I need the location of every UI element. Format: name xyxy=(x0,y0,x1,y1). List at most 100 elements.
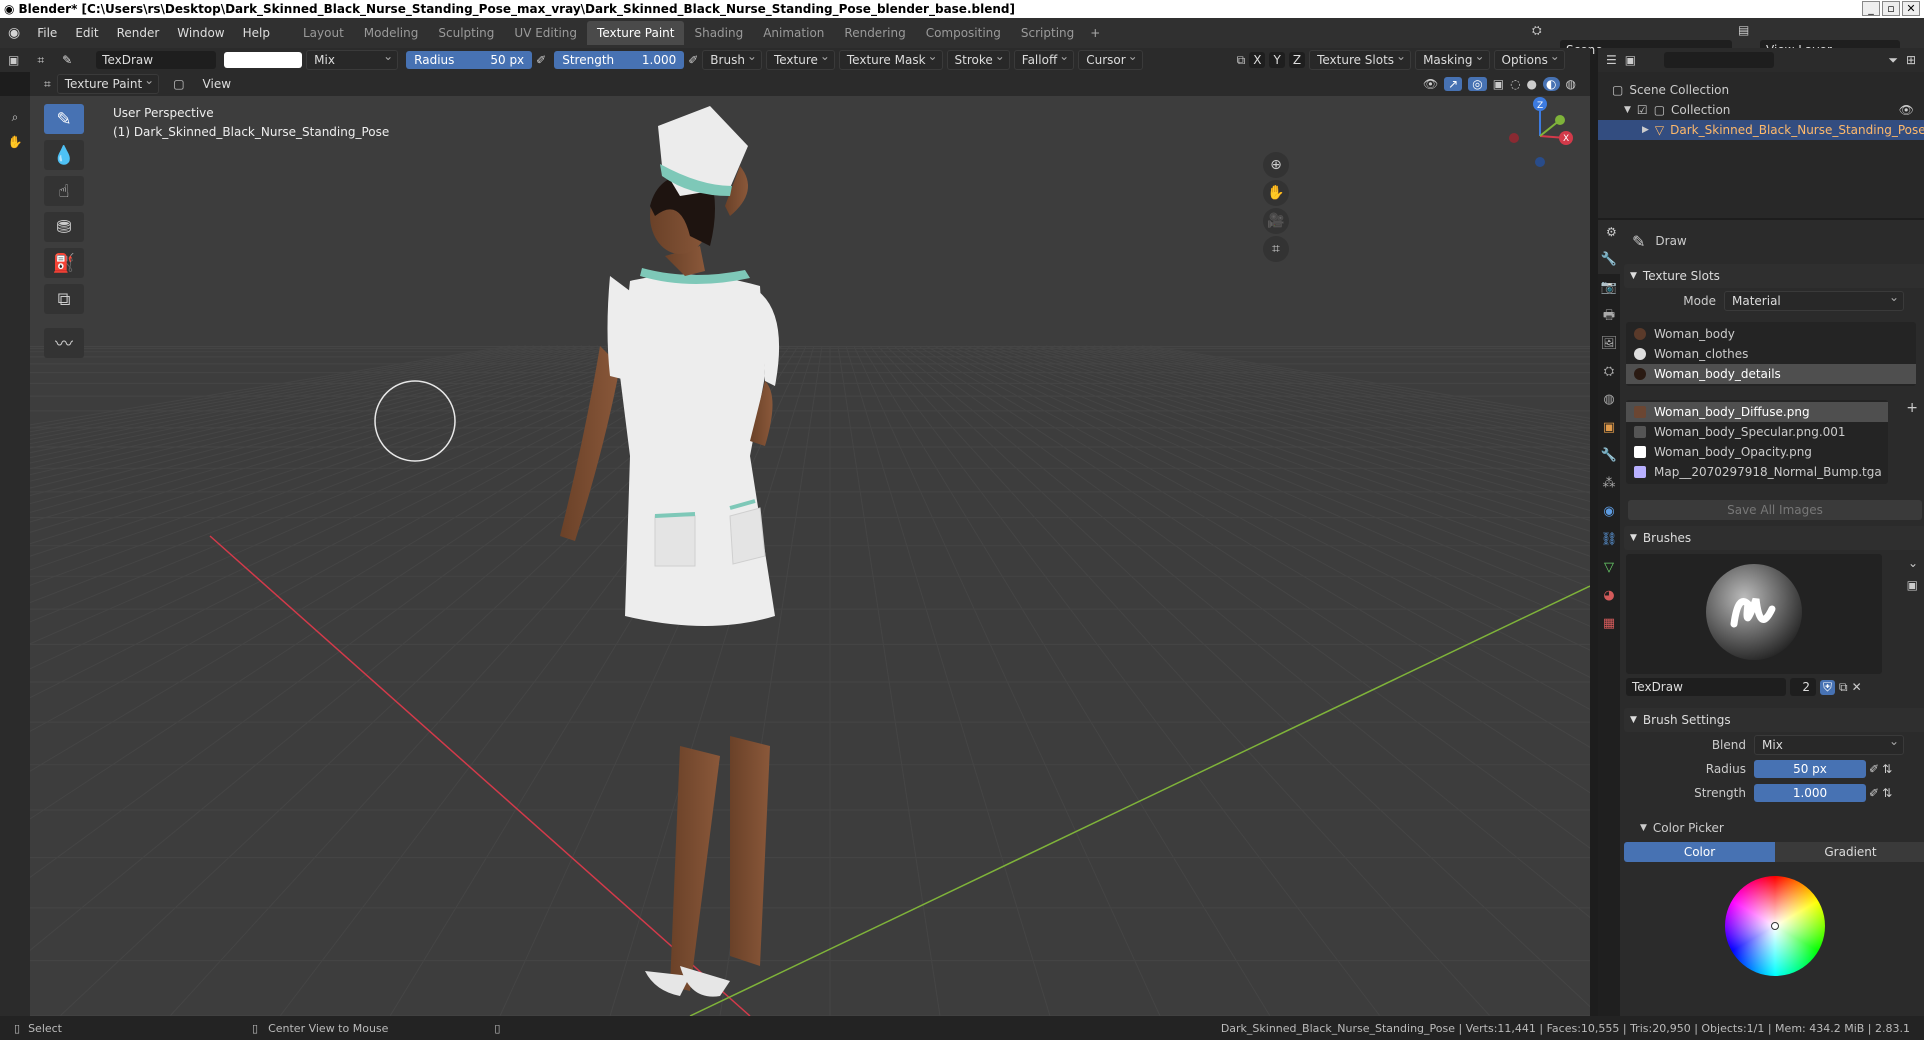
color-swatch[interactable] xyxy=(224,52,303,68)
visibility-icon[interactable]: 👁 xyxy=(1423,77,1438,91)
object-tab-icon[interactable]: ▣ xyxy=(1598,414,1620,442)
texture-tab-icon[interactable]: ▦ xyxy=(1598,610,1620,638)
radius-slider[interactable]: Radius 50 px xyxy=(406,51,533,69)
gradient-tab[interactable]: Gradient xyxy=(1775,842,1924,862)
color-wheel-cursor[interactable] xyxy=(1771,922,1779,930)
material-item-woman-body[interactable]: Woman_body xyxy=(1626,324,1916,344)
brush-name-input[interactable]: TexDraw xyxy=(1626,678,1786,696)
tab-shading[interactable]: Shading xyxy=(684,21,753,45)
axis-z-toggle[interactable]: Z xyxy=(1288,52,1306,68)
filter-icon[interactable]: ⏷ xyxy=(1888,53,1898,68)
menu-masking[interactable]: Masking xyxy=(1415,49,1490,70)
new-collection-icon[interactable]: ⊞ xyxy=(1906,53,1916,67)
hand-icon[interactable]: ✋ xyxy=(0,135,30,149)
outliner-object[interactable]: ▶ ▽ Dark_Skinned_Black_Nurse_Standing_Po… xyxy=(1598,120,1924,140)
eye-icon[interactable]: 👁 xyxy=(1899,103,1914,117)
display-mode-icon[interactable]: ▣ xyxy=(1625,53,1636,67)
menu-cursor[interactable]: Cursor xyxy=(1078,49,1143,70)
axis-x-toggle[interactable]: X xyxy=(1249,52,1266,68)
nurse-model[interactable] xyxy=(560,106,780,997)
radius-slider-panel[interactable]: 50 px xyxy=(1754,760,1866,778)
texture-slots-header[interactable]: ▼ Texture Slots xyxy=(1624,264,1924,288)
smear-tool-icon[interactable]: ☝ xyxy=(44,176,84,206)
outliner-scene-collection[interactable]: ▢ Scene Collection xyxy=(1598,80,1924,100)
add-image-icon[interactable]: + xyxy=(1906,400,1918,416)
scene-icon[interactable]: ⛭ xyxy=(1532,23,1542,38)
blend-select[interactable]: Mix xyxy=(1754,734,1904,755)
view-layer-icon[interactable]: ▤ xyxy=(1738,23,1749,37)
color-tab[interactable]: Color xyxy=(1624,842,1775,862)
strength-slider[interactable]: Strength 1.000 xyxy=(554,51,685,69)
tab-uv-editing[interactable]: UV Editing xyxy=(504,21,587,45)
menu-render[interactable]: Render xyxy=(108,26,169,40)
3d-viewport[interactable]: Z X ⊕ ✋ 🎥 ⌗ xyxy=(30,96,1590,1016)
brush-icon[interactable]: ✎ xyxy=(62,53,72,67)
brush-image-icon[interactable]: ▣ xyxy=(1907,578,1918,592)
tab-compositing[interactable]: Compositing xyxy=(916,21,1011,45)
fake-user-icon[interactable]: ⛨ xyxy=(1820,679,1836,695)
ortho-toggle-icon[interactable]: ⌗ xyxy=(1263,236,1289,262)
menu-window[interactable]: Window xyxy=(168,26,233,40)
collapsed-icon[interactable]: ▶ xyxy=(1642,125,1649,135)
modifier-tab-icon[interactable]: 🔧 xyxy=(1598,442,1620,470)
tool-tab-icon[interactable]: 🔧 xyxy=(1598,246,1620,274)
minimize-icon[interactable]: _ xyxy=(1862,1,1880,16)
menu-help[interactable]: Help xyxy=(234,26,279,40)
blend-dropdown[interactable]: Mix xyxy=(306,49,399,70)
image-item[interactable]: Woman_body_Specular.png.001 xyxy=(1626,422,1888,442)
scene-tab-icon[interactable]: ⛭ xyxy=(1598,358,1620,386)
brush-users-count[interactable]: 2 xyxy=(1790,678,1816,696)
blender-menu-icon[interactable]: ◉ xyxy=(0,25,28,41)
rendered-shading-icon[interactable]: ◍ xyxy=(1566,77,1576,91)
menu-texture-mask[interactable]: Texture Mask xyxy=(838,49,943,70)
overlay-toggle-icon[interactable]: ◎ xyxy=(1468,77,1487,91)
axis-y-toggle[interactable]: Y xyxy=(1269,52,1285,68)
properties-editor-icon[interactable]: ⚙ xyxy=(1606,225,1617,239)
strength-unified-icon[interactable]: ⇅ xyxy=(1882,786,1892,800)
menu-texture-slots[interactable]: Texture Slots xyxy=(1309,49,1412,70)
image-item[interactable]: Woman_body_Opacity.png xyxy=(1626,442,1888,462)
constraints-tab-icon[interactable]: ⛓ xyxy=(1598,526,1620,554)
strength-pressure-icon[interactable]: ✐ xyxy=(1869,786,1879,800)
pressure-icon[interactable]: ✐ xyxy=(536,53,546,67)
menu-texture[interactable]: Texture xyxy=(765,49,835,70)
tab-layout[interactable]: Layout xyxy=(293,21,354,45)
zoom-icon[interactable]: ⌕ xyxy=(0,110,30,125)
xray-icon[interactable]: ▣ xyxy=(1493,77,1504,91)
expand-icon[interactable]: ▼ xyxy=(1624,105,1631,115)
mode-icon[interactable]: ⌗ xyxy=(37,53,44,68)
brushes-header[interactable]: ▼ Brushes xyxy=(1624,526,1924,550)
physics-tab-icon[interactable]: ◉ xyxy=(1598,498,1620,526)
view-layer-tab-icon[interactable]: 🖼 xyxy=(1598,330,1620,358)
outliner-editor-icon[interactable]: ☰ xyxy=(1606,53,1617,67)
tab-animation[interactable]: Animation xyxy=(753,21,834,45)
tab-sculpting[interactable]: Sculpting xyxy=(428,21,504,45)
material-item-woman-clothes[interactable]: Woman_clothes xyxy=(1626,344,1916,364)
brush-settings-header[interactable]: ▼ Brush Settings xyxy=(1624,708,1924,732)
material-item-woman-body-details[interactable]: Woman_body_details xyxy=(1626,364,1916,384)
material-shading-icon[interactable]: ◐ xyxy=(1543,77,1560,91)
tab-texture-paint[interactable]: Texture Paint xyxy=(587,21,685,45)
maximize-icon[interactable]: ▫ xyxy=(1882,1,1900,16)
radius-unified-icon[interactable]: ⇅ xyxy=(1882,762,1892,776)
strength-slider-panel[interactable]: 1.000 xyxy=(1754,784,1866,802)
tab-scripting[interactable]: Scripting xyxy=(1011,21,1084,45)
editor-type-icon[interactable]: ▣ xyxy=(8,53,19,67)
material-tab-icon[interactable]: ◕ xyxy=(1598,582,1620,610)
brush-dropdown-icon[interactable]: ⌄ xyxy=(1908,556,1918,570)
menu-brush[interactable]: Brush xyxy=(702,49,762,70)
draw-tool-icon[interactable]: ✎ xyxy=(44,104,84,134)
soften-tool-icon[interactable]: 💧 xyxy=(44,140,84,170)
image-item[interactable]: Woman_body_Diffuse.png xyxy=(1626,402,1888,422)
zoom-view-icon[interactable]: ⊕ xyxy=(1263,152,1289,178)
output-tab-icon[interactable]: 🖶 xyxy=(1598,302,1620,330)
outliner-collection[interactable]: ▼ ☑ ▢ Collection 👁 xyxy=(1598,100,1924,120)
world-tab-icon[interactable]: ◍ xyxy=(1598,386,1620,414)
close-icon[interactable]: ✕ xyxy=(1902,1,1920,16)
annotate-tool-icon[interactable]: 〰 xyxy=(44,328,84,358)
gizmo-toggle-icon[interactable]: ↗ xyxy=(1444,77,1463,91)
navigation-gizmo[interactable]: Z X xyxy=(1500,96,1580,176)
tab-modeling[interactable]: Modeling xyxy=(354,21,429,45)
menu-stroke[interactable]: Stroke xyxy=(946,49,1010,70)
wireframe-shading-icon[interactable]: ◌ xyxy=(1510,77,1520,91)
